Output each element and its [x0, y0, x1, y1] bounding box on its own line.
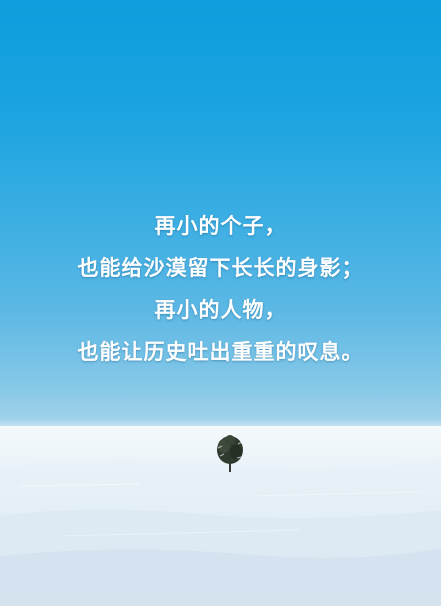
poem-line-1: 再小的个子， [154, 213, 287, 238]
lone-tree [208, 430, 252, 474]
poem-line-4: 也能让历史吐出重重的叹息。 [77, 339, 364, 364]
poem-line-2: 也能给沙漠留下长长的身影； [77, 255, 364, 280]
poem-line-3: 再小的人物， [154, 297, 287, 322]
poem-text: 再小的个子， 也能给沙漠留下长长的身影； 再小的人物， 也能让历史吐出重重的叹息… [0, 205, 441, 373]
photo-scene: 再小的个子， 也能给沙漠留下长长的身影； 再小的人物， 也能让历史吐出重重的叹息… [0, 0, 441, 606]
